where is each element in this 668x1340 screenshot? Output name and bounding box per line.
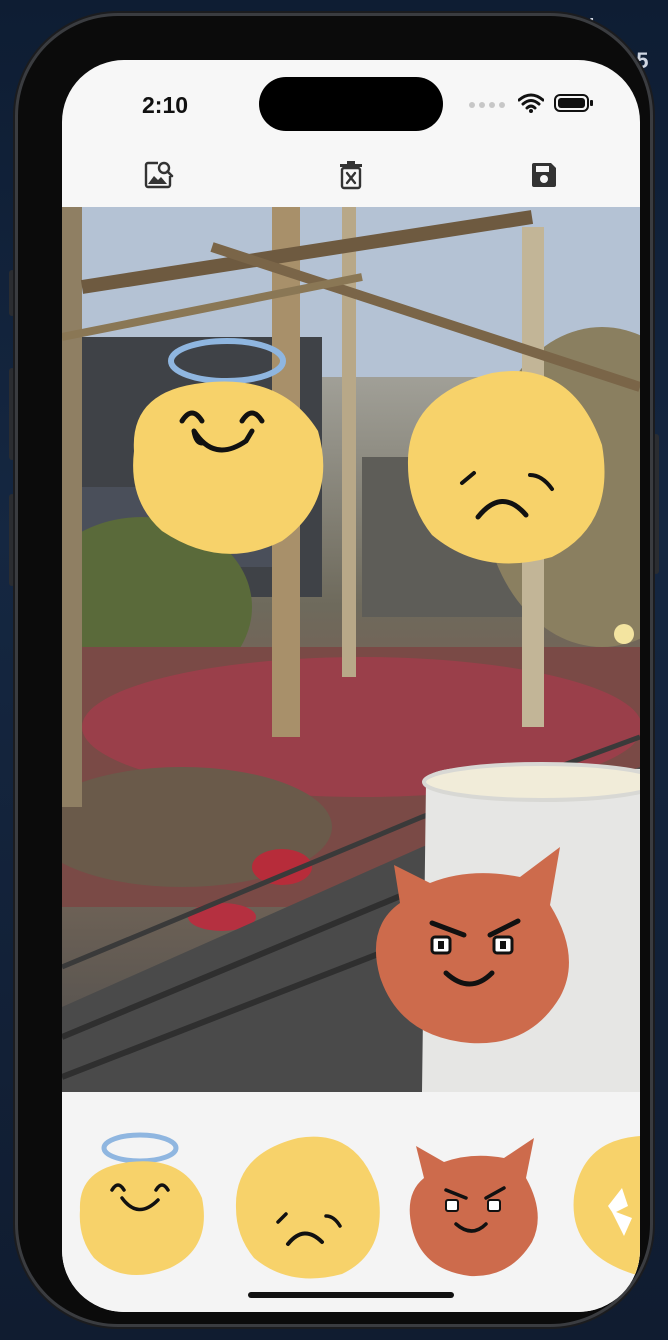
battery-icon bbox=[554, 93, 594, 118]
home-indicator bbox=[248, 1292, 454, 1298]
status-time: 2:10 bbox=[142, 92, 189, 118]
picker-sad-sticker[interactable] bbox=[232, 1132, 382, 1287]
delete-button[interactable] bbox=[329, 155, 373, 199]
picker-star-sticker[interactable] bbox=[572, 1136, 640, 1281]
power-button bbox=[653, 434, 659, 574]
sticker-picker bbox=[62, 1092, 640, 1312]
toolbar bbox=[62, 155, 640, 207]
floppy-disk-icon bbox=[529, 160, 559, 195]
volume-down-button bbox=[9, 494, 15, 586]
picker-angel-sticker[interactable] bbox=[74, 1128, 210, 1283]
status-bar: 2:10 bbox=[62, 60, 640, 155]
sad-sticker[interactable] bbox=[402, 365, 608, 570]
photo-canvas[interactable] bbox=[62, 207, 640, 1092]
screen: 2:10 bbox=[62, 60, 640, 1312]
save-button[interactable] bbox=[522, 155, 566, 199]
photo-search-icon bbox=[142, 159, 174, 196]
dynamic-island bbox=[259, 77, 443, 131]
devil-sticker[interactable] bbox=[370, 837, 582, 1054]
volume-up-button bbox=[9, 368, 15, 460]
trash-icon bbox=[337, 159, 365, 196]
cellular-icon bbox=[468, 97, 508, 115]
action-button bbox=[9, 270, 15, 316]
phone-frame: 2:10 bbox=[18, 16, 650, 1324]
photo-library-button[interactable] bbox=[136, 155, 180, 199]
picker-devil-sticker[interactable] bbox=[406, 1132, 542, 1285]
angel-sticker[interactable] bbox=[122, 331, 332, 566]
wifi-icon bbox=[517, 93, 545, 118]
